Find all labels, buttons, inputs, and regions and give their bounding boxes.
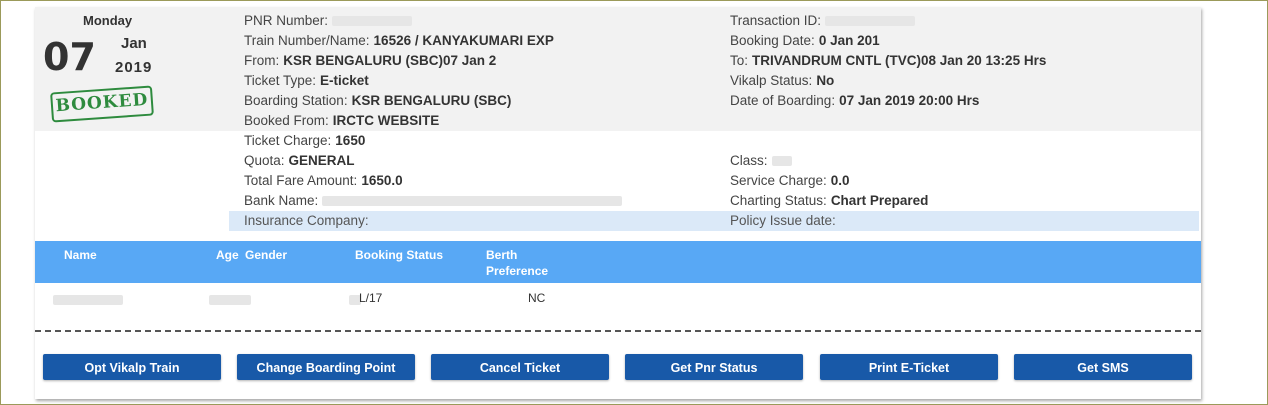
charting-status-value: Chart Prepared — [830, 193, 929, 208]
class-row: Class: — [730, 151, 792, 171]
ticket-charge-value: 1650 — [335, 133, 366, 148]
booking-date-value: 0 Jan 201 — [818, 33, 880, 48]
pnr-redacted — [332, 16, 413, 27]
charting-status-row: Charting Status: Chart Prepared — [730, 191, 928, 211]
get-pnr-status-button[interactable]: Get Pnr Status — [625, 354, 803, 380]
quota-row: Quota: GENERAL — [244, 151, 355, 171]
vikalp-status-label: Vikalp Status: — [730, 73, 813, 88]
bank-name-redacted — [322, 196, 623, 207]
charting-status-label: Charting Status: — [730, 193, 827, 208]
transaction-id-row: Transaction ID: — [730, 11, 916, 31]
header-berth: Berth — [486, 248, 518, 262]
ticket-type-label: Ticket Type: — [244, 73, 317, 88]
vikalp-status-value: No — [816, 73, 835, 88]
transaction-id-label: Transaction ID: — [730, 13, 822, 28]
vikalp-status-row: Vikalp Status: No — [730, 71, 834, 91]
transaction-id-redacted — [825, 16, 916, 27]
ticket-charge-label: Ticket Charge: — [244, 133, 332, 148]
passenger-age-redacted — [209, 295, 251, 305]
booked-from-row: Booked From: IRCTC WEBSITE — [244, 111, 439, 131]
policy-issue-date-label: Policy Issue date: — [730, 213, 836, 228]
train-value: 16526 / KANYAKUMARI EXP — [373, 33, 554, 48]
cancel-ticket-button[interactable]: Cancel Ticket — [431, 354, 609, 380]
total-fare-row: Total Fare Amount: 1650.0 — [244, 171, 403, 191]
insurance-bar: Insurance Company: Policy Issue date: — [229, 211, 1199, 231]
journey-date-block: Monday 07 Jan 2019 BOOKED — [35, 7, 235, 131]
header-name: Name — [64, 248, 97, 262]
change-boarding-point-button[interactable]: Change Boarding Point — [237, 354, 415, 380]
pnr-number-label: PNR Number: — [244, 13, 329, 28]
ticket-type-value: E-ticket — [320, 73, 369, 88]
from-label: From: — [244, 53, 280, 68]
train-label: Train Number/Name: — [244, 33, 370, 48]
ticket-charge-row: Ticket Charge: 1650 — [244, 131, 365, 151]
to-label: To: — [730, 53, 749, 68]
header-gender: Gender — [245, 248, 288, 262]
booked-from-value: IRCTC WEBSITE — [332, 113, 440, 128]
passenger-booking-status: L/17 — [359, 291, 383, 305]
class-redacted — [771, 156, 792, 167]
total-fare-value: 1650.0 — [361, 173, 403, 188]
quota-value: GENERAL — [288, 153, 355, 168]
get-sms-button[interactable]: Get SMS — [1014, 354, 1192, 380]
class-label: Class: — [730, 153, 768, 168]
service-charge-label: Service Charge: — [730, 173, 827, 188]
quota-label: Quota: — [244, 153, 285, 168]
boarding-station-label: Boarding Station: — [244, 93, 348, 108]
section-divider — [35, 330, 1201, 332]
pnr-number-row: PNR Number: — [244, 11, 413, 31]
header-preference: Preference — [486, 264, 549, 278]
print-e-ticket-button[interactable]: Print E-Ticket — [820, 354, 998, 380]
insurance-company-label: Insurance Company: — [244, 213, 369, 228]
bank-name-row: Bank Name: — [244, 191, 623, 211]
boarding-station-value: KSR BENGALURU (SBC) — [351, 93, 512, 108]
service-charge-row: Service Charge: 0.0 — [730, 171, 850, 191]
booking-date-row: Booking Date: 0 Jan 201 — [730, 31, 880, 51]
train-row: Train Number/Name: 16526 / KANYAKUMARI EX… — [244, 31, 554, 51]
ticket-card: Monday 07 Jan 2019 BOOKED PNR Number: Tr… — [35, 7, 1201, 399]
to-row: To: TRIVANDRUM CNTL (TVC)08 Jan 20 13:25 … — [730, 51, 1046, 71]
boarding-station-row: Boarding Station: KSR BENGALURU (SBC) — [244, 91, 511, 111]
month: Jan — [121, 35, 147, 52]
booked-stamp: BOOKED — [50, 85, 154, 123]
ticket-type-row: Ticket Type: E-ticket — [244, 71, 369, 91]
header-age: Age — [216, 248, 239, 262]
weekday: Monday — [83, 13, 133, 28]
passenger-berth-preference: NC — [528, 291, 546, 305]
booking-date-label: Booking Date: — [730, 33, 815, 48]
date-of-boarding-row: Date of Boarding: 07 Jan 2019 20:00 Hrs — [730, 91, 979, 111]
from-value: KSR BENGALURU (SBC)07 Jan 2 — [283, 53, 497, 68]
bank-name-label: Bank Name: — [244, 193, 319, 208]
from-row: From: KSR BENGALURU (SBC)07 Jan 2 — [244, 51, 496, 71]
year: 2019 — [115, 59, 153, 76]
header-booking-status: Booking Status — [355, 248, 444, 262]
passenger-table-header: Name Age Gender Booking Status Berth Pre… — [35, 241, 1201, 283]
opt-vikalp-train-button[interactable]: Opt Vikalp Train — [43, 354, 221, 380]
date-of-boarding-label: Date of Boarding: — [730, 93, 836, 108]
page-frame: Monday 07 Jan 2019 BOOKED PNR Number: Tr… — [0, 0, 1268, 405]
day-number: 07 — [43, 35, 96, 79]
date-of-boarding-value: 07 Jan 2019 20:00 Hrs — [839, 93, 980, 108]
to-value: TRIVANDRUM CNTL (TVC)08 Jan 20 13:25 Hrs — [752, 53, 1047, 68]
passenger-name-redacted — [53, 295, 123, 305]
service-charge-value: 0.0 — [830, 173, 850, 188]
booked-from-label: Booked From: — [244, 113, 329, 128]
total-fare-label: Total Fare Amount: — [244, 173, 358, 188]
